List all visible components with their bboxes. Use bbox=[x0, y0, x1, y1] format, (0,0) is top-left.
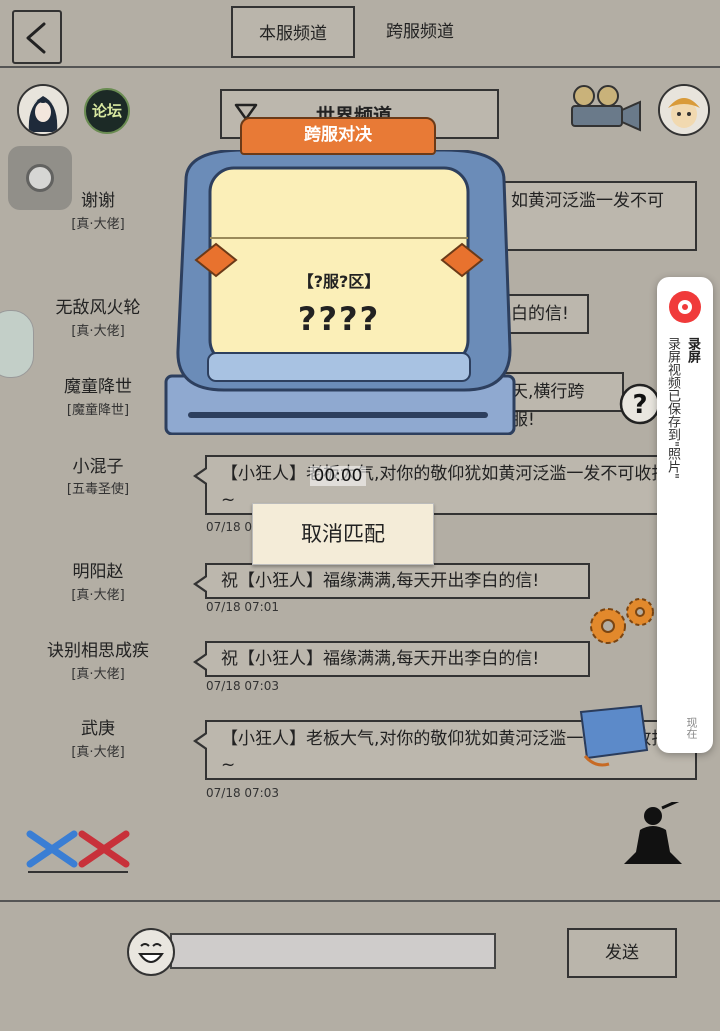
message-user-title: [真·大佬] bbox=[71, 588, 125, 603]
match-title: 跨服对决 bbox=[240, 117, 436, 155]
back-chevron-icon bbox=[26, 22, 46, 54]
versus-emblem bbox=[24, 824, 132, 880]
message-text: 白的信! bbox=[511, 304, 569, 324]
message-username[interactable]: 武庚 bbox=[13, 714, 183, 739]
recording-notice[interactable]: 录屏 录屏视频已保存到"照片" 现在 bbox=[657, 277, 713, 753]
message-timestamp: 07/18 07:03 bbox=[206, 679, 279, 693]
send-button[interactable]: 发送 bbox=[567, 928, 677, 978]
emoji-button[interactable] bbox=[127, 928, 175, 976]
player-portrait-icon bbox=[19, 86, 67, 134]
scroll-icon bbox=[579, 704, 649, 767]
message-username[interactable]: 无敌风火轮 bbox=[13, 293, 183, 318]
smiley-face-icon bbox=[138, 943, 164, 963]
message-timestamp: 07/18 07:01 bbox=[206, 600, 279, 614]
message-input[interactable] bbox=[170, 933, 496, 969]
message-username[interactable]: 谢谢 bbox=[13, 186, 183, 211]
video-camera-button[interactable] bbox=[566, 84, 650, 136]
recording-notice-message: 录屏视频已保存到"照片" bbox=[665, 337, 680, 479]
message-bubble: 祝【小狂人】福缘满满,每天开出李白的信! bbox=[193, 563, 590, 599]
message-user-title: [真·大佬] bbox=[71, 667, 125, 682]
video-camera-icon bbox=[571, 85, 641, 132]
header-divider bbox=[0, 66, 720, 68]
cancel-match-button[interactable]: 取消匹配 bbox=[252, 503, 434, 565]
tab-local-server[interactable]: 本服频道 bbox=[231, 6, 355, 58]
message-username[interactable]: 魔童降世 bbox=[13, 372, 183, 397]
recording-notice-title: 录屏 bbox=[685, 337, 700, 363]
opponent-server-label: 【?服?区】 bbox=[297, 272, 381, 291]
match-timer: 00:00 bbox=[310, 466, 366, 486]
opponent-name: ???? bbox=[297, 300, 381, 338]
matchmaking-machine-icon bbox=[164, 148, 516, 436]
scroll-decoration bbox=[575, 702, 655, 776]
message-text: 天,横行跨服! bbox=[511, 382, 585, 430]
player-avatar[interactable] bbox=[17, 84, 69, 136]
message-user-title: [魔童降世] bbox=[66, 403, 130, 418]
meditating-figure-icon bbox=[624, 798, 682, 864]
message-username[interactable]: 小混子 bbox=[13, 452, 183, 477]
recording-notice-time: 现在 bbox=[685, 717, 698, 739]
tab-cross-server[interactable]: 跨服频道 bbox=[372, 6, 468, 58]
message-bubble: 祝【小狂人】福缘满满,每天开出李白的信! bbox=[193, 641, 590, 677]
back-button[interactable] bbox=[12, 10, 62, 64]
message-text: 祝【小狂人】福缘满满,每天开出李白的信! bbox=[221, 649, 540, 669]
message-user-title: [真·大佬] bbox=[71, 745, 125, 760]
message-username[interactable]: 诀别相思成疾 bbox=[13, 636, 183, 661]
npc-portrait-icon bbox=[660, 86, 708, 134]
footer-divider bbox=[0, 900, 720, 902]
record-icon bbox=[669, 291, 701, 323]
message-user-title: [五毒圣使] bbox=[66, 482, 130, 497]
message-user-title: [真·大佬] bbox=[71, 217, 125, 232]
message-user-title: [真·大佬] bbox=[71, 324, 125, 339]
message-bubble: 如黄河泛滥一发不可 bbox=[477, 181, 697, 251]
meditating-monk-button[interactable] bbox=[618, 798, 688, 876]
gears-decoration bbox=[586, 594, 658, 654]
help-button[interactable]: ? bbox=[618, 382, 662, 430]
message-text: 如黄河泛滥一发不可 bbox=[511, 191, 664, 211]
message-username[interactable]: 明阳赵 bbox=[13, 557, 183, 582]
message-timestamp: 07/18 07:03 bbox=[206, 786, 279, 800]
forum-button[interactable]: 论坛 bbox=[84, 88, 130, 134]
question-mark-icon: ? bbox=[619, 383, 661, 425]
gear-icon bbox=[590, 598, 654, 644]
match-machine bbox=[164, 148, 519, 436]
message-text: 祝【小狂人】福缘满满,每天开出李白的信! bbox=[221, 571, 540, 591]
svg-text:?: ? bbox=[632, 390, 647, 420]
crossed-swords-icon bbox=[26, 830, 130, 873]
npc-avatar[interactable] bbox=[658, 84, 710, 136]
